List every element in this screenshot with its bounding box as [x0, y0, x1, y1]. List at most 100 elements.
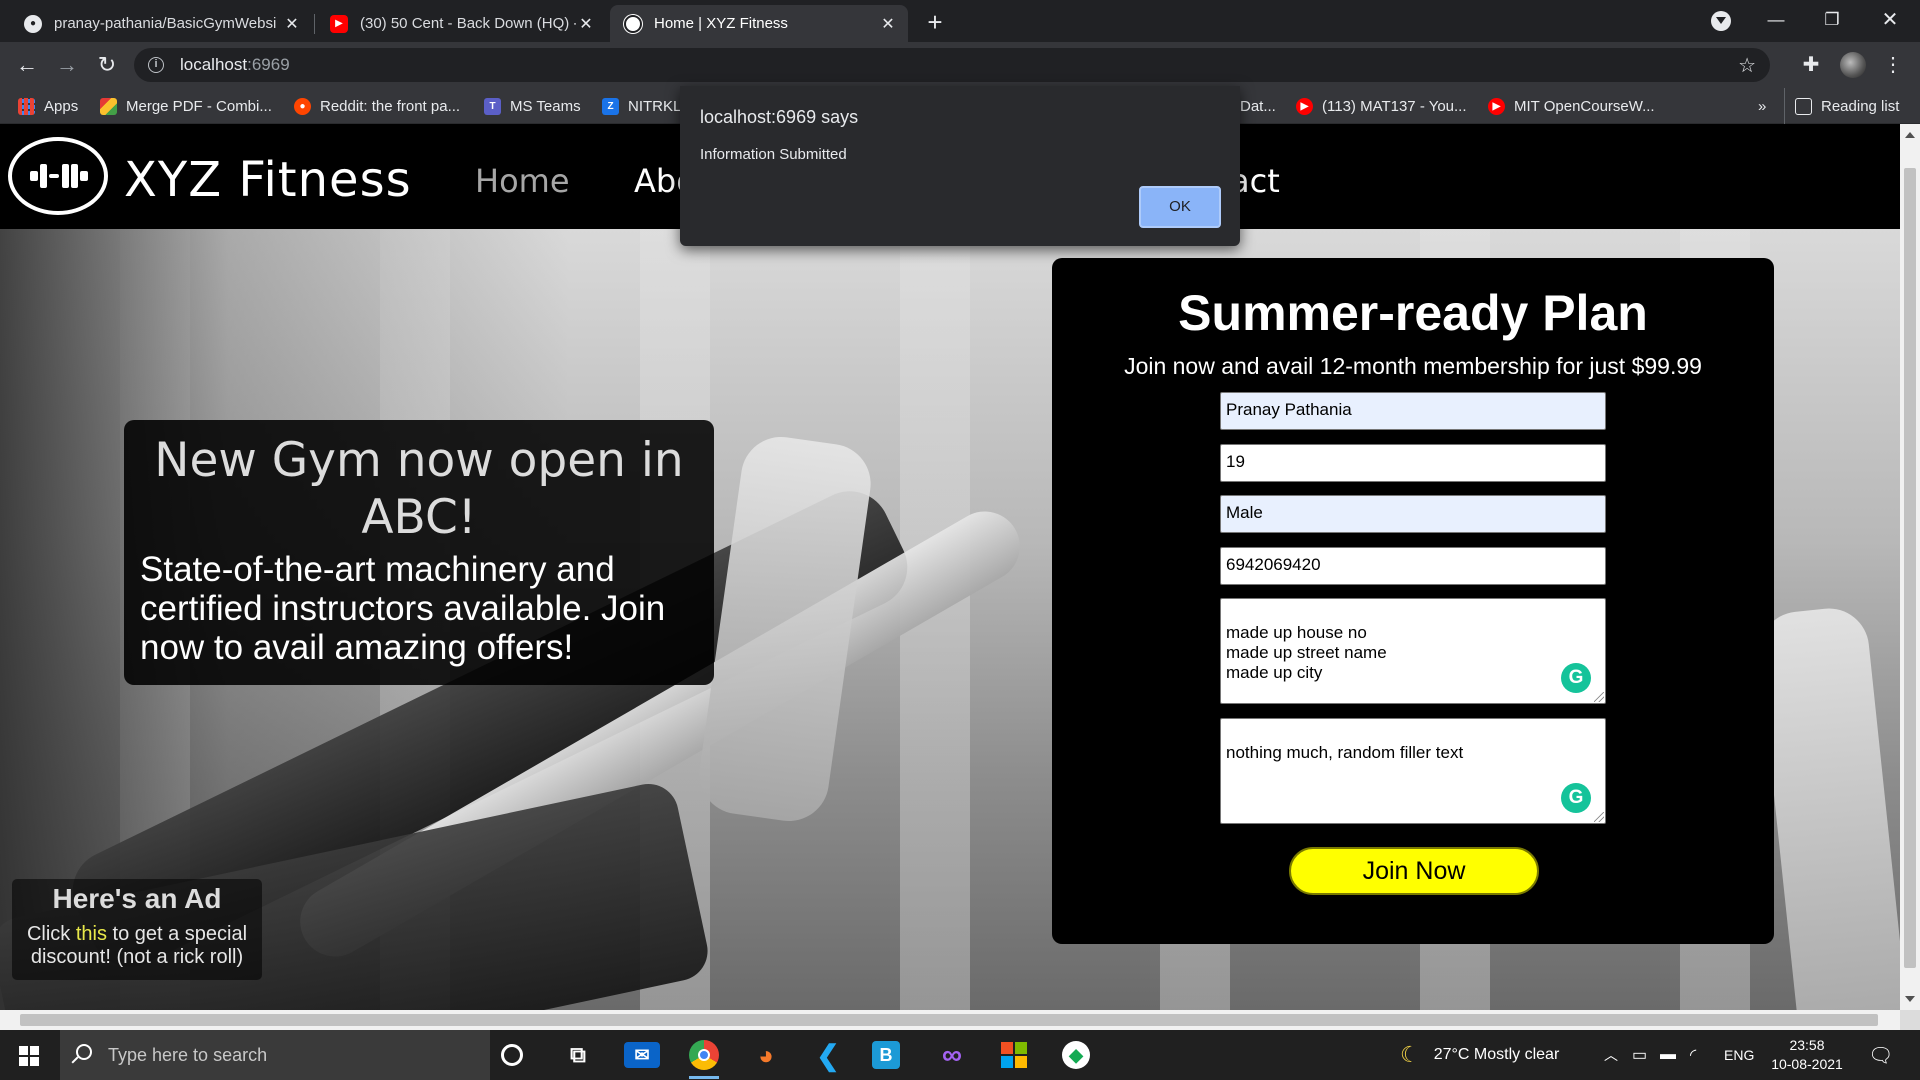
bookmark-reddit[interactable]: ● Reddit: the front pa... [294, 88, 460, 124]
tab-divider [314, 14, 315, 34]
device-icon[interactable]: ▭ [1632, 1030, 1647, 1080]
language-indicator[interactable]: ENG [1724, 1030, 1754, 1080]
bookmarks-overflow-button[interactable]: » [1758, 88, 1766, 124]
close-icon[interactable]: ✕ [282, 14, 302, 34]
resize-handle-icon[interactable] [1594, 812, 1604, 822]
microsoft-store-icon[interactable] [996, 1037, 1032, 1073]
forward-arrow-icon[interactable]: → [52, 50, 82, 80]
horizontal-scrollbar[interactable] [0, 1010, 1900, 1030]
resize-handle-icon[interactable] [1594, 692, 1604, 702]
profile-avatar[interactable] [1840, 52, 1866, 78]
brand-name[interactable]: XYZ Fitness [124, 152, 412, 208]
weather-text: 27°C Mostly clear [1433, 1046, 1560, 1063]
vertical-scroll-thumb[interactable] [1904, 168, 1916, 968]
scroll-down-arrow-icon[interactable] [1905, 996, 1915, 1002]
close-window-button[interactable]: ✕ [1862, 0, 1918, 40]
reload-icon[interactable]: ↻ [92, 50, 122, 80]
bookmark-label: Apps [44, 97, 79, 115]
url-port: :6969 [247, 55, 290, 74]
treadmill-right-image [1755, 604, 1900, 1010]
tab-title: (30) 50 Cent - Back Down (HQ) - [360, 15, 576, 32]
bookmark-label: Reddit: the front pa... [320, 97, 461, 115]
bookmark-label: Merge PDF - Combi... [126, 97, 272, 115]
nav-home-link[interactable]: Home [475, 162, 570, 200]
windows-start-icon[interactable] [19, 1046, 39, 1066]
vertical-scrollbar[interactable] [1900, 124, 1920, 1010]
minimize-button[interactable]: — [1748, 0, 1804, 40]
alert-dialog: localhost:6969 says Information Submitte… [680, 86, 1240, 246]
bookmark-star-icon[interactable]: ☆ [1738, 53, 1756, 78]
restore-button[interactable]: ❐ [1804, 0, 1860, 40]
address-bar[interactable]: i localhost:6969 ☆ [134, 48, 1770, 82]
ad-text: Click this to get a special discount! (n… [12, 923, 262, 969]
visual-studio-icon[interactable]: ∞ [934, 1037, 970, 1073]
grammarly-icon[interactable]: G [1561, 783, 1591, 813]
form-title: Summer-ready Plan [1178, 285, 1648, 341]
horizontal-scroll-thumb[interactable] [20, 1014, 1878, 1026]
chrome-icon[interactable] [686, 1037, 722, 1079]
phone-field[interactable]: 6942069420 [1220, 547, 1606, 585]
vscode-icon[interactable]: ❮ [810, 1037, 846, 1073]
address-textarea[interactable]: made up house no made up street name mad… [1220, 598, 1606, 704]
ilovepdf-icon [100, 97, 117, 115]
dialog-ok-button[interactable]: OK [1139, 186, 1221, 228]
menu-kebab-icon[interactable]: ⋮ [1878, 50, 1908, 80]
browser-toolbar: ← → ↻ i localhost:6969 ☆ ✚ ⋮ [0, 42, 1920, 88]
tray-chevron-up-icon[interactable]: ︿ [1604, 1030, 1618, 1080]
battery-icon[interactable]: ▬ [1660, 1030, 1676, 1080]
ad-link[interactable]: this [76, 923, 107, 945]
bookmark-ms-teams[interactable]: T MS Teams [484, 88, 581, 124]
name-field[interactable]: Pranay Pathania [1220, 392, 1606, 430]
gender-field[interactable]: Male [1220, 495, 1606, 533]
bookmark-nitrkl[interactable]: Z NITRKL [602, 88, 681, 124]
tab-search-icon[interactable] [1711, 11, 1731, 31]
teams-icon: T [484, 97, 501, 115]
weather-widget[interactable]: ☾ 27°C Mostly clear [1400, 1030, 1559, 1080]
task-view-icon[interactable]: ⧉ [560, 1037, 596, 1073]
info-icon[interactable]: i [148, 57, 164, 73]
wifi-icon[interactable]: ◜ [1690, 1030, 1696, 1080]
reading-list-button[interactable]: Reading list [1784, 88, 1899, 124]
mail-icon[interactable]: ✉ [624, 1042, 660, 1068]
tab-github[interactable]: ● pranay-pathania/BasicGymWebsi ✕ [10, 5, 312, 42]
moon-icon: ☾ [1400, 1042, 1420, 1067]
reading-list-icon [1795, 97, 1812, 115]
cortana-icon[interactable] [501, 1044, 523, 1066]
bookmark-mat137[interactable]: ▶ (113) MAT137 - You... [1296, 88, 1467, 124]
back-arrow-icon[interactable]: ← [12, 50, 42, 80]
search-icon [76, 1044, 92, 1060]
taskbar-search-box[interactable]: Type here to search [60, 1030, 490, 1080]
tab-title: pranay-pathania/BasicGymWebsi [54, 15, 277, 32]
bookmark-label: NITRKL [628, 97, 682, 115]
apps-grid-icon [18, 97, 35, 115]
close-icon[interactable]: ✕ [576, 14, 596, 34]
bookmark-mit-ocw[interactable]: ▶ MIT OpenCourseW... [1488, 88, 1655, 124]
github-icon: ● [24, 14, 42, 33]
bookmark-merge-pdf[interactable]: Merge PDF - Combi... [100, 88, 272, 124]
notes-textarea[interactable]: nothing much, random filler text G [1220, 718, 1606, 824]
app-b-icon[interactable]: B [872, 1041, 900, 1069]
bookmark-label: Dat... [1240, 97, 1276, 115]
mongodb-icon[interactable]: ◆ [1058, 1037, 1094, 1073]
join-now-button[interactable]: Join Now [1289, 847, 1539, 895]
windows-taskbar: Type here to search ⧉ ✉ ◕ ❮ B ∞ ◆ ☾ 27°C… [0, 1030, 1920, 1080]
search-placeholder: Type here to search [108, 1044, 268, 1065]
grammarly-icon[interactable]: G [1561, 663, 1591, 693]
bookmark-dat[interactable]: Dat... [1240, 88, 1276, 124]
overflow-label: » [1758, 97, 1767, 115]
scroll-up-arrow-icon[interactable] [1905, 132, 1915, 138]
age-field[interactable]: 19 [1220, 444, 1606, 482]
new-tab-button[interactable]: + [918, 6, 952, 40]
site-icon [624, 14, 642, 33]
notification-icon[interactable]: 🗨 [1868, 1030, 1893, 1080]
close-icon[interactable]: ✕ [878, 14, 898, 34]
tab-youtube[interactable]: ▶ (30) 50 Cent - Back Down (HQ) - ✕ [316, 5, 606, 42]
blender-icon[interactable]: ◕ [748, 1037, 784, 1073]
bookmark-apps[interactable]: Apps [18, 88, 78, 124]
url-host: localhost [180, 55, 248, 74]
system-clock[interactable]: 23:58 10-08-2021 [1766, 1036, 1848, 1074]
extensions-puzzle-icon[interactable]: ✚ [1796, 50, 1826, 80]
logo-dumbbell-icon[interactable] [8, 137, 108, 215]
tab-xyz-fitness[interactable]: Home | XYZ Fitness ✕ [610, 5, 908, 42]
clock-date: 10-08-2021 [1771, 1056, 1843, 1072]
